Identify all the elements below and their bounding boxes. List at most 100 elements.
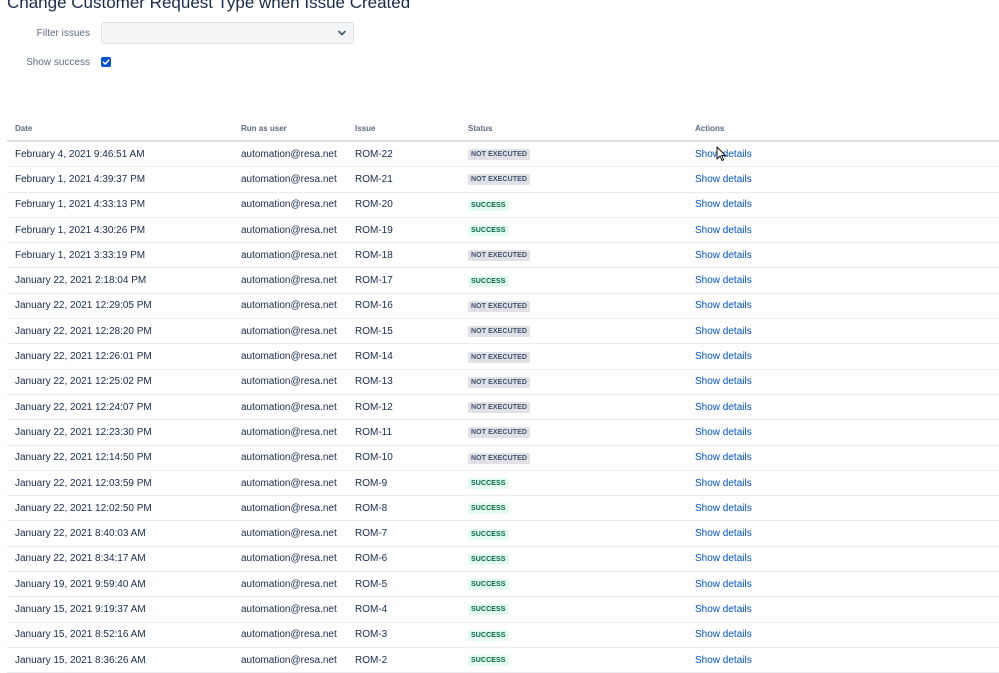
cell-status: SUCCESS [460, 546, 687, 573]
show-details-link[interactable]: Show details [695, 326, 752, 337]
cell-run-as-user-text: automation@resa.net [241, 376, 337, 388]
cell-run-as-user: automation@resa.net [233, 394, 347, 421]
cell-run-as-user: automation@resa.net [233, 571, 347, 598]
status-badge: NOT EXECUTED [468, 376, 531, 388]
cell-issue-text: ROM-7 [355, 528, 388, 540]
cell-actions: Show details [687, 445, 999, 471]
cell-status: SUCCESS [460, 192, 687, 218]
status-badge: SUCCESS [468, 199, 509, 211]
cell-issue-text: ROM-5 [355, 578, 388, 590]
cell-run-as-user: automation@resa.net [233, 520, 347, 547]
show-details-link[interactable]: Show details [695, 199, 752, 210]
show-details-link[interactable]: Show details [695, 553, 752, 564]
table-row: January 22, 2021 8:34:17 AM automation@re… [7, 546, 999, 573]
cell-date: January 15, 2021 9:19:37 AM [7, 596, 233, 623]
cell-issue: ROM-3 [347, 622, 460, 648]
status-badge: SUCCESS [468, 528, 509, 540]
show-details-link[interactable]: Show details [695, 300, 752, 311]
cell-actions: Show details [687, 293, 999, 320]
column-header-run-as-user[interactable]: Run as user [233, 117, 347, 142]
show-details-link[interactable]: Show details [695, 250, 752, 261]
cell-issue-text: ROM-20 [355, 199, 393, 211]
cell-status: NOT EXECUTED [460, 445, 687, 471]
show-details-link[interactable]: Show details [695, 604, 752, 615]
cell-run-as-user-text: automation@resa.net [241, 603, 337, 615]
cell-actions: Show details [687, 141, 999, 168]
cell-status: SUCCESS [460, 647, 687, 673]
cell-run-as-user: automation@resa.net [233, 546, 347, 573]
status-badge: NOT EXECUTED [468, 326, 531, 338]
show-details-link[interactable]: Show details [695, 376, 752, 387]
cell-issue-text: ROM-10 [355, 452, 393, 464]
cell-status: NOT EXECUTED [460, 394, 687, 421]
cell-actions: Show details [687, 318, 999, 345]
table-row: February 4, 2021 9:46:51 AM automation@re… [7, 141, 999, 168]
cell-status: SUCCESS [460, 622, 687, 648]
cell-status: NOT EXECUTED [460, 419, 687, 446]
cell-status: SUCCESS [460, 596, 687, 623]
cell-date: February 1, 2021 4:30:26 PM [7, 217, 233, 244]
show-details-link[interactable]: Show details [695, 427, 752, 438]
filter-issues-select[interactable] [101, 22, 354, 44]
cell-run-as-user-text: automation@resa.net [241, 224, 337, 236]
show-details-link[interactable]: Show details [695, 225, 752, 236]
status-badge: SUCCESS [468, 604, 509, 616]
show-details-link[interactable]: Show details [695, 503, 752, 514]
show-details-link[interactable]: Show details [695, 579, 752, 590]
table-row: January 22, 2021 12:03:59 PM automation@r… [7, 470, 999, 497]
column-header-status[interactable]: Status [460, 117, 687, 142]
cell-issue-text: ROM-13 [355, 376, 393, 388]
show-details-link[interactable]: Show details [695, 528, 752, 539]
cell-run-as-user-text: automation@resa.net [241, 528, 337, 540]
table-row: January 22, 2021 12:29:05 PM automation@r… [7, 293, 999, 320]
show-success-checkbox[interactable] [101, 57, 111, 67]
cell-date: January 22, 2021 12:23:30 PM [7, 419, 233, 446]
cell-run-as-user-text: automation@resa.net [241, 173, 337, 185]
cell-date: January 22, 2021 12:26:01 PM [7, 343, 233, 370]
cell-issue: ROM-6 [347, 546, 460, 573]
table-row: February 1, 2021 4:39:37 PM automation@re… [7, 166, 999, 193]
cell-status: NOT EXECUTED [460, 343, 687, 370]
status-badge: NOT EXECUTED [468, 427, 531, 439]
show-details-link[interactable]: Show details [695, 174, 752, 185]
cell-date: February 1, 2021 4:39:37 PM [7, 166, 233, 193]
cell-issue-text: ROM-4 [355, 603, 388, 615]
cell-status: NOT EXECUTED [460, 141, 687, 168]
cell-status: SUCCESS [460, 495, 687, 522]
show-details-link[interactable]: Show details [695, 149, 752, 160]
show-details-link[interactable]: Show details [695, 275, 752, 286]
cell-actions: Show details [687, 267, 999, 294]
cell-issue: ROM-18 [347, 242, 460, 269]
cell-date: January 15, 2021 8:36:26 AM [7, 647, 233, 673]
show-details-link[interactable]: Show details [695, 478, 752, 489]
cell-date: February 4, 2021 9:46:51 AM [7, 141, 233, 168]
cell-issue: ROM-8 [347, 495, 460, 522]
show-details-link[interactable]: Show details [695, 452, 752, 463]
status-badge: SUCCESS [468, 275, 509, 287]
cell-run-as-user: automation@resa.net [233, 596, 347, 623]
cell-date-text: January 22, 2021 12:24:07 PM [15, 401, 152, 413]
cell-status: NOT EXECUTED [460, 369, 687, 395]
table-row: February 1, 2021 4:33:13 PM automation@re… [7, 192, 999, 218]
cell-date-text: January 22, 2021 12:25:02 PM [15, 376, 152, 388]
cell-issue: ROM-20 [347, 192, 460, 218]
column-header-issue[interactable]: Issue [347, 117, 460, 142]
column-header-date[interactable]: Date [7, 117, 233, 142]
show-details-link[interactable]: Show details [695, 402, 752, 413]
show-details-link[interactable]: Show details [695, 655, 752, 666]
cell-issue: ROM-7 [347, 520, 460, 547]
table-row: January 22, 2021 2:18:04 PM automation@re… [7, 267, 999, 294]
show-success-row: Show success [0, 55, 111, 69]
status-badge: NOT EXECUTED [468, 402, 531, 414]
show-details-link[interactable]: Show details [695, 351, 752, 362]
status-badge: SUCCESS [468, 478, 509, 489]
cell-actions: Show details [687, 622, 999, 648]
cell-run-as-user-text: automation@resa.net [241, 300, 337, 312]
cell-date-text: January 22, 2021 12:02:50 PM [15, 502, 152, 514]
table-row: January 22, 2021 12:25:02 PM automation@r… [7, 369, 999, 395]
cell-run-as-user: automation@resa.net [233, 647, 347, 673]
show-details-link[interactable]: Show details [695, 629, 752, 640]
cell-run-as-user-text: automation@resa.net [241, 426, 337, 438]
cell-date: January 22, 2021 12:14:50 PM [7, 445, 233, 471]
cell-date-text: January 22, 2021 12:29:05 PM [15, 300, 152, 312]
